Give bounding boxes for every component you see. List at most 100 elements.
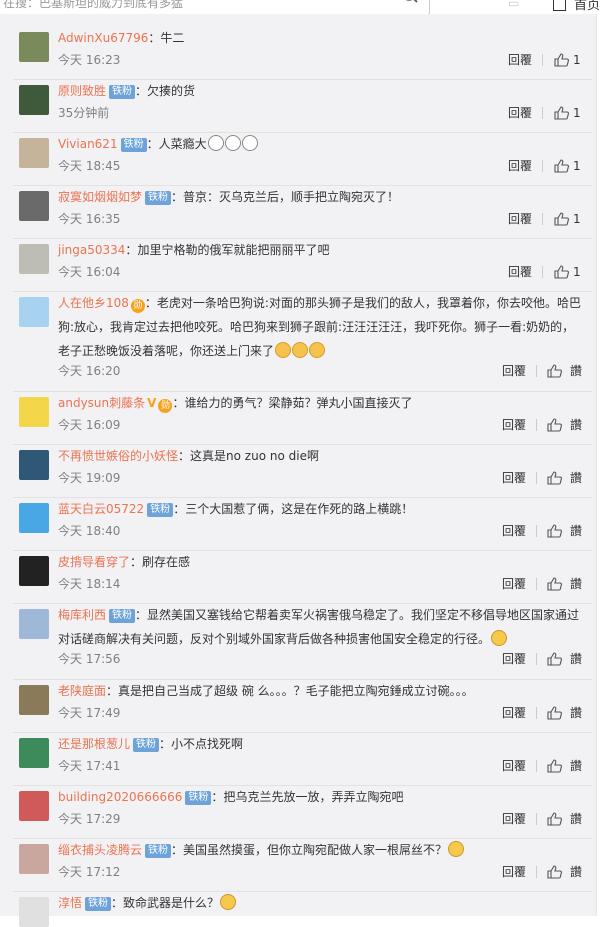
reply-button[interactable]: 回覆 — [502, 468, 526, 488]
meta-divider — [536, 760, 537, 772]
emoji-icon — [292, 342, 309, 358]
avatar[interactable] — [19, 450, 49, 480]
avatar[interactable] — [19, 897, 49, 927]
comment-meta: 今天 17:12 回覆 讚 — [58, 862, 582, 882]
reply-button[interactable]: 回覆 — [508, 103, 532, 123]
avatar[interactable] — [19, 397, 49, 427]
comment-text-line: 梅库利西 铁粉 ：显然美国又塞钱给它帮着卖军火祸害俄乌稳定了。我们坚定不移倡导地区国… — [58, 603, 582, 651]
avatar[interactable] — [19, 685, 49, 715]
medal-icon: 勋 — [158, 399, 173, 413]
avatar[interactable] — [19, 244, 49, 274]
avatar[interactable] — [19, 138, 49, 168]
like-icon[interactable] — [547, 706, 562, 720]
commenter-name[interactable]: 还是那根葱儿 — [58, 737, 130, 751]
reply-button[interactable]: 回覆 — [508, 50, 532, 70]
commenter-name[interactable]: AdwinXu67796 — [58, 31, 148, 45]
commenter-name[interactable]: 蓝天白云05722 — [58, 502, 144, 516]
commenter-name[interactable]: building2020666666 — [58, 790, 182, 804]
avatar[interactable] — [19, 738, 49, 768]
reply-button[interactable]: 回覆 — [502, 809, 526, 829]
avatar[interactable] — [19, 556, 49, 586]
comment-time: 今天 16:35 — [58, 212, 121, 226]
comment-item: AdwinXu67796：牛二 今天 16:23 回覆 1 — [13, 26, 592, 80]
comment-body: jinga50334：加里宁格勒的俄军就能把丽丽平了吧 今天 16:04 回覆 1 — [58, 238, 582, 279]
reply-button[interactable]: 回覆 — [508, 209, 532, 229]
commenter-name[interactable]: 老陕庭面 — [58, 684, 106, 698]
avatar[interactable] — [19, 503, 49, 533]
search-icon[interactable] — [401, 0, 419, 3]
like-icon[interactable] — [554, 159, 569, 173]
comment-meta: 今天 18:14 回覆 讚 — [58, 574, 582, 594]
like-label: 讚 — [570, 812, 583, 826]
avatar[interactable] — [19, 297, 49, 327]
avatar[interactable] — [19, 85, 49, 115]
like-icon[interactable] — [547, 364, 562, 378]
reply-button[interactable]: 回覆 — [502, 756, 526, 776]
reply-button[interactable]: 回覆 — [502, 574, 526, 594]
commenter-name[interactable]: 人在他乡108 — [58, 296, 129, 310]
like-icon[interactable] — [554, 53, 569, 67]
comment-body: 老陕庭面：真是把自己当成了超级 碗 么。。。？毛子能把立陶宛錘成立讨碗。。。 今天… — [58, 679, 582, 720]
reply-button[interactable]: 回覆 — [502, 703, 526, 723]
reply-button[interactable]: 回覆 — [508, 262, 532, 282]
avatar[interactable] — [19, 844, 49, 874]
like-icon[interactable] — [547, 418, 562, 432]
emoji-icon — [224, 135, 241, 151]
comment-meta: 今天 16:20 回覆 讚 — [58, 361, 582, 381]
avatar[interactable] — [19, 32, 49, 62]
commenter-name[interactable]: 不再愤世嫉俗的小妖怪 — [58, 449, 178, 463]
like-icon[interactable] — [554, 106, 569, 120]
nav-icon[interactable]: ▭ — [508, 0, 530, 10]
emoji-icon — [491, 630, 508, 646]
like-icon[interactable] — [547, 812, 562, 826]
comment-item: 原则致胜 铁粉 ：欠揍的货 35分钟前 回覆 1 — [13, 79, 592, 133]
like-count: 1 — [573, 212, 581, 226]
commenter-name[interactable]: jinga50334 — [58, 243, 125, 257]
like-icon[interactable] — [547, 471, 562, 485]
reply-button[interactable]: 回覆 — [508, 156, 532, 176]
avatar[interactable] — [19, 791, 49, 821]
search-input[interactable]: 在搜：巴基斯坦的威力到底有多猛 — [3, 0, 183, 11]
comment-item: 皮揹导看穿了：刷存在感 今天 18:14 回覆 讚 — [13, 550, 592, 604]
like-icon[interactable] — [547, 524, 562, 538]
reply-button[interactable]: 回覆 — [502, 521, 526, 541]
commenter-name[interactable]: 皮揹导看穿了 — [58, 555, 130, 569]
like-label: 讚 — [570, 759, 583, 773]
commenter-name[interactable]: andysun刺藤条 — [58, 396, 145, 410]
like-icon[interactable] — [554, 212, 569, 226]
comment-text: 三个大国惹了俩，这是在作死的路上横跳！ — [185, 502, 414, 516]
comment-text-line: andysun刺藤条 V 勋：谁给力的勇气？梁静茹？弹丸小国直接灭了 — [58, 391, 582, 415]
comment-text-line: Vivian621 铁粉 ：人菜瘾大 — [58, 132, 582, 156]
commenter-name[interactable]: Vivian621 — [58, 137, 118, 151]
comment-item: 人在他乡108 勋：老虎对一条哈巴狗说:对面的那头狮子是我们的敌人，我罩着你，你去… — [13, 291, 592, 392]
like-icon[interactable] — [547, 652, 562, 666]
like-label: 讚 — [570, 471, 583, 485]
comment-body: 缁衣捕头凌腾云 铁粉 ：美国虽然摸蛋，但你立陶宛配做人家一根屌丝不？ 今天 17:12… — [58, 838, 582, 879]
meta-divider — [536, 578, 537, 590]
colon-separator: ： — [172, 396, 185, 410]
meta-divider — [536, 707, 537, 719]
comment-item: 蓝天白云05722 铁粉 ：三个大国惹了俩，这是在作死的路上横跳！ 今天 18:40 回… — [13, 497, 592, 551]
like-icon[interactable] — [547, 577, 562, 591]
commenter-name[interactable]: 缁衣捕头凌腾云 — [58, 843, 142, 857]
search-box[interactable]: 在搜：巴基斯坦的威力到底有多猛 — [0, 0, 430, 15]
like-icon[interactable] — [554, 265, 569, 279]
home-link[interactable]: 首页 — [553, 0, 600, 13]
reply-button[interactable]: 回覆 — [502, 361, 526, 381]
like-icon[interactable] — [547, 865, 562, 879]
reply-button[interactable]: 回覆 — [502, 649, 526, 669]
commenter-name[interactable]: 寂寞如烟烟如梦 — [58, 190, 142, 204]
commenter-name[interactable]: 梅库利西 — [58, 608, 106, 622]
comment-time: 今天 16:09 — [58, 418, 121, 432]
like-label: 讚 — [570, 577, 583, 591]
reply-button[interactable]: 回覆 — [502, 862, 526, 882]
colon-separator: ： — [111, 896, 124, 910]
like-icon[interactable] — [547, 759, 562, 773]
commenter-name[interactable]: 淳悟 — [58, 896, 82, 910]
scrollbar[interactable] — [596, 14, 601, 916]
reply-button[interactable]: 回覆 — [502, 415, 526, 435]
commenter-name[interactable]: 原则致胜 — [58, 84, 106, 98]
comment-body: andysun刺藤条 V 勋：谁给力的勇气？梁静茹？弹丸小国直接灭了今天 16:09… — [58, 391, 582, 432]
avatar[interactable] — [19, 609, 49, 639]
avatar[interactable] — [19, 191, 49, 221]
